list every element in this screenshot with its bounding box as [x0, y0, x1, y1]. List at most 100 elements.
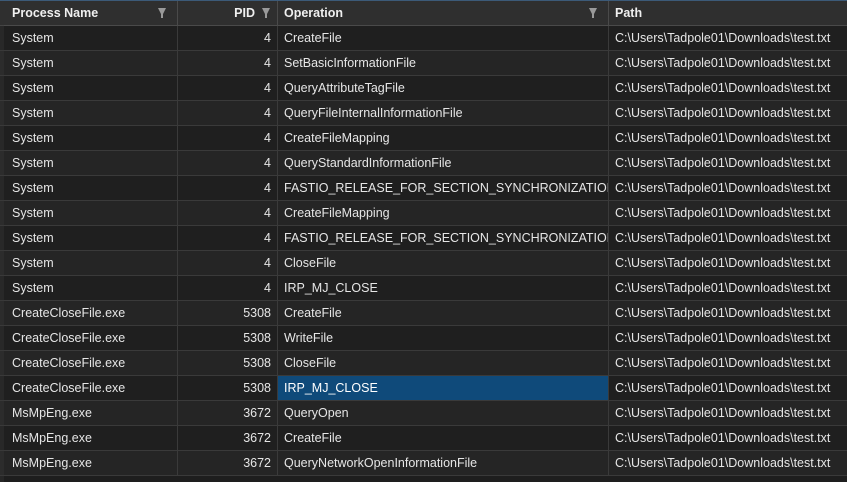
grid-header: Process Name PID Operation Path	[0, 1, 847, 26]
table-row[interactable]: CreateCloseFile.exe 5308 WriteFile C:\Users…	[0, 326, 847, 351]
table-row[interactable]: System 4 QueryFileInternalInformationFile C…	[0, 101, 847, 126]
operation-cell[interactable]: CreateFileMapping	[278, 126, 609, 150]
path-cell[interactable]: C:\Users\Tadpole01\Downloads\test.txt	[609, 376, 847, 400]
pid-cell[interactable]: 4	[178, 26, 278, 50]
pid-cell[interactable]: 4	[178, 151, 278, 175]
operation-cell[interactable]: IRP_MJ_CLOSE	[278, 276, 609, 300]
pid-cell[interactable]: 5308	[178, 376, 278, 400]
path-cell[interactable]: C:\Users\Tadpole01\Downloads\test.txt	[609, 126, 847, 150]
table-row[interactable]: System 4 SetBasicInformationFile C:\Users\T…	[0, 51, 847, 76]
column-header-label: Path	[615, 6, 643, 20]
table-row[interactable]: System 4 IRP_MJ_CLOSE C:\Users\Tadpole01\Do…	[0, 276, 847, 301]
operation-cell[interactable]: FASTIO_RELEASE_FOR_SECTION_SYNCHRONIZATI…	[278, 226, 609, 250]
filter-icon[interactable]	[158, 8, 166, 18]
operation-cell[interactable]: FASTIO_RELEASE_FOR_SECTION_SYNCHRONIZATI…	[278, 176, 609, 200]
operation-cell[interactable]: CloseFile	[278, 251, 609, 275]
path-cell[interactable]: C:\Users\Tadpole01\Downloads\test.txt	[609, 276, 847, 300]
operation-cell[interactable]: CreateFileMapping	[278, 201, 609, 225]
pid-cell[interactable]: 4	[178, 226, 278, 250]
process-name-cell[interactable]: System	[0, 126, 178, 150]
pid-cell[interactable]: 4	[178, 201, 278, 225]
path-cell[interactable]: C:\Users\Tadpole01\Downloads\test.txt	[609, 176, 847, 200]
operation-cell[interactable]: CreateFile	[278, 26, 609, 50]
operation-cell[interactable]: WriteFile	[278, 326, 609, 350]
pid-cell[interactable]: 3672	[178, 426, 278, 450]
filter-icon[interactable]	[589, 8, 597, 18]
pid-cell[interactable]: 5308	[178, 326, 278, 350]
column-header-operation[interactable]: Operation	[278, 1, 609, 25]
pid-cell[interactable]: 5308	[178, 301, 278, 325]
process-name-cell[interactable]: CreateCloseFile.exe	[0, 376, 178, 400]
pid-cell[interactable]: 4	[178, 76, 278, 100]
path-cell[interactable]: C:\Users\Tadpole01\Downloads\test.txt	[609, 401, 847, 425]
table-row[interactable]: CreateCloseFile.exe 5308 IRP_MJ_CLOSE C:\Us…	[0, 376, 847, 401]
process-name-cell[interactable]: System	[0, 51, 178, 75]
pid-cell[interactable]: 3672	[178, 401, 278, 425]
path-cell[interactable]: C:\Users\Tadpole01\Downloads\test.txt	[609, 151, 847, 175]
operation-cell[interactable]: IRP_MJ_CLOSE	[278, 376, 609, 400]
process-name-cell[interactable]: System	[0, 276, 178, 300]
path-cell[interactable]: C:\Users\Tadpole01\Downloads\test.txt	[609, 51, 847, 75]
pid-cell[interactable]: 3672	[178, 451, 278, 475]
column-header-path[interactable]: Path	[609, 1, 847, 25]
pid-cell[interactable]: 5308	[178, 351, 278, 375]
filter-icon[interactable]	[262, 8, 270, 18]
process-name-cell[interactable]: System	[0, 151, 178, 175]
column-header-process-name[interactable]: Process Name	[0, 1, 178, 25]
column-header-pid[interactable]: PID	[178, 1, 278, 25]
process-name-cell[interactable]: System	[0, 226, 178, 250]
table-row[interactable]: CreateCloseFile.exe 5308 CloseFile C:\Users…	[0, 351, 847, 376]
table-row[interactable]: System 4 FASTIO_RELEASE_FOR_SECTION_SYNCHR…	[0, 226, 847, 251]
path-cell[interactable]: C:\Users\Tadpole01\Downloads\test.txt	[609, 226, 847, 250]
process-name-cell[interactable]: System	[0, 176, 178, 200]
process-name-cell[interactable]: MsMpEng.exe	[0, 401, 178, 425]
pid-cell[interactable]: 4	[178, 101, 278, 125]
operation-cell[interactable]: QueryFileInternalInformationFile	[278, 101, 609, 125]
table-row[interactable]: MsMpEng.exe 3672 QueryNetworkOpenInformati…	[0, 451, 847, 476]
pid-cell[interactable]: 4	[178, 51, 278, 75]
process-name-cell[interactable]: System	[0, 251, 178, 275]
operation-cell[interactable]: CloseFile	[278, 351, 609, 375]
table-row[interactable]: MsMpEng.exe 3672 CreateFile C:\Users\Tadpol…	[0, 426, 847, 451]
process-name-cell[interactable]: MsMpEng.exe	[0, 451, 178, 475]
table-row[interactable]: MsMpEng.exe 3672 QueryOpen C:\Users\Tadpole…	[0, 401, 847, 426]
operation-cell[interactable]: CreateFile	[278, 301, 609, 325]
pid-cell[interactable]: 4	[178, 176, 278, 200]
operation-cell[interactable]: QueryNetworkOpenInformationFile	[278, 451, 609, 475]
path-cell[interactable]: C:\Users\Tadpole01\Downloads\test.txt	[609, 351, 847, 375]
process-name-cell[interactable]: System	[0, 76, 178, 100]
table-row[interactable]: System 4 CreateFileMapping C:\Users\Tadpole…	[0, 201, 847, 226]
path-cell[interactable]: C:\Users\Tadpole01\Downloads\test.txt	[609, 251, 847, 275]
process-name-cell[interactable]: System	[0, 101, 178, 125]
table-row[interactable]: System 4 CloseFile C:\Users\Tadpole01\Downl…	[0, 251, 847, 276]
path-cell[interactable]: C:\Users\Tadpole01\Downloads\test.txt	[609, 301, 847, 325]
table-row[interactable]: System 4 QueryAttributeTagFile C:\Users\Tad…	[0, 76, 847, 101]
table-row[interactable]: System 4 CreateFile C:\Users\Tadpole01\Down…	[0, 26, 847, 51]
pid-cell[interactable]: 4	[178, 251, 278, 275]
operation-cell[interactable]: SetBasicInformationFile	[278, 51, 609, 75]
process-name-cell[interactable]: System	[0, 201, 178, 225]
path-cell[interactable]: C:\Users\Tadpole01\Downloads\test.txt	[609, 101, 847, 125]
operation-cell[interactable]: QueryAttributeTagFile	[278, 76, 609, 100]
table-row[interactable]: System 4 FASTIO_RELEASE_FOR_SECTION_SYNCHR…	[0, 176, 847, 201]
table-row[interactable]: System 4 QueryStandardInformationFile C:\Us…	[0, 151, 847, 176]
path-cell[interactable]: C:\Users\Tadpole01\Downloads\test.txt	[609, 26, 847, 50]
process-name-cell[interactable]: CreateCloseFile.exe	[0, 326, 178, 350]
process-name-cell[interactable]: System	[0, 26, 178, 50]
process-name-cell[interactable]: CreateCloseFile.exe	[0, 301, 178, 325]
pid-cell[interactable]: 4	[178, 126, 278, 150]
path-cell[interactable]: C:\Users\Tadpole01\Downloads\test.txt	[609, 201, 847, 225]
path-cell[interactable]: C:\Users\Tadpole01\Downloads\test.txt	[609, 451, 847, 475]
table-row[interactable]: System 4 CreateFileMapping C:\Users\Tadpole…	[0, 126, 847, 151]
path-cell[interactable]: C:\Users\Tadpole01\Downloads\test.txt	[609, 426, 847, 450]
pid-cell[interactable]: 4	[178, 276, 278, 300]
operation-cell[interactable]: CreateFile	[278, 426, 609, 450]
operation-cell[interactable]: QueryStandardInformationFile	[278, 151, 609, 175]
path-cell[interactable]: C:\Users\Tadpole01\Downloads\test.txt	[609, 76, 847, 100]
table-row[interactable]: CreateCloseFile.exe 5308 CreateFile C:\User…	[0, 301, 847, 326]
path-cell[interactable]: C:\Users\Tadpole01\Downloads\test.txt	[609, 326, 847, 350]
process-name-cell[interactable]: CreateCloseFile.exe	[0, 351, 178, 375]
process-name-cell[interactable]: MsMpEng.exe	[0, 426, 178, 450]
column-header-label: Process Name	[12, 6, 99, 20]
operation-cell[interactable]: QueryOpen	[278, 401, 609, 425]
